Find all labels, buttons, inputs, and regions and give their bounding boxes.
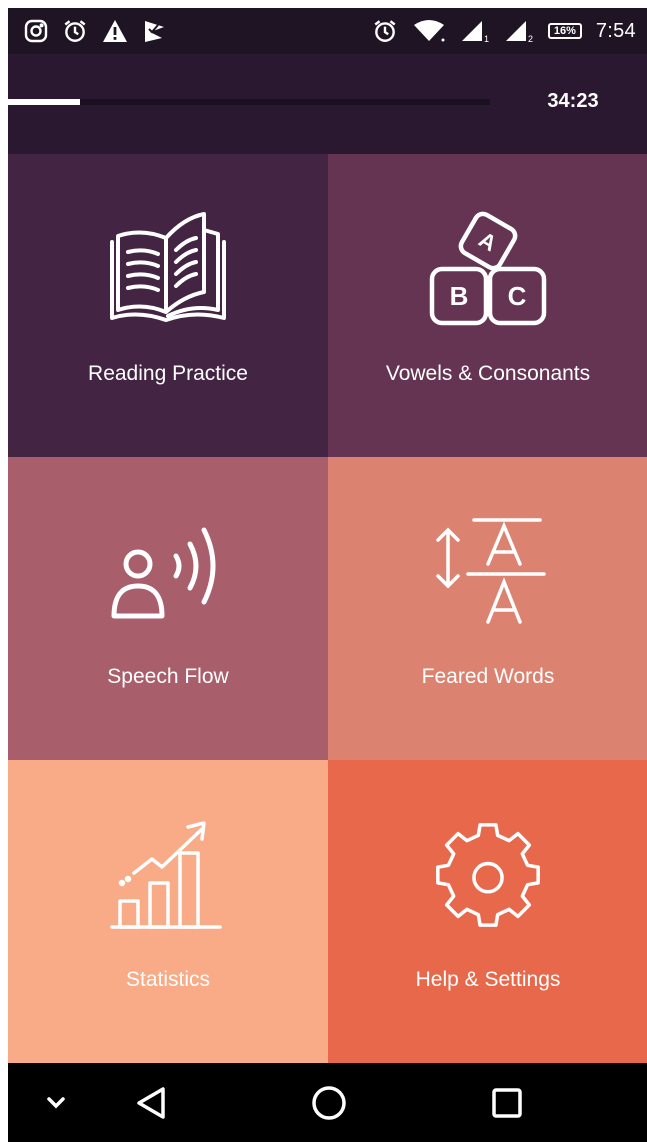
recents-icon[interactable] [485, 1083, 529, 1123]
svg-text:1: 1 [484, 34, 489, 43]
status-bar: 1 2 16% 7:54 [8, 8, 647, 54]
warning-icon [102, 19, 128, 43]
open-book-icon [8, 204, 328, 334]
instagram-icon [24, 19, 48, 43]
wifi-icon [412, 19, 446, 43]
alarm-icon [62, 18, 88, 44]
svg-text:B: B [450, 281, 469, 311]
vowels-consonants-tile[interactable]: A B C Vowels & Consonants [328, 154, 647, 457]
home-icon[interactable] [307, 1083, 351, 1123]
tile-label: Statistics [125, 968, 211, 991]
feared-words-tile[interactable]: Feared Words [328, 457, 647, 760]
tile-label: Speech Flow [107, 665, 229, 688]
statistics-tile[interactable]: Statistics [8, 760, 328, 1063]
tile-label: Reading Practice [88, 362, 248, 385]
back-icon[interactable] [129, 1083, 173, 1123]
session-timer: 34:23 [547, 90, 599, 112]
signal-sim2-icon: 2 [504, 19, 534, 43]
session-progress-bar [8, 99, 490, 105]
signal-sim1-icon: 1 [460, 19, 490, 43]
reading-practice-tile[interactable]: Reading Practice [8, 154, 328, 457]
app-screen: 1 2 16% 7:54 34:23 Reading Practice A B … [8, 8, 647, 1142]
bar-chart-growth-icon [8, 810, 328, 940]
tile-label: Help & Settings [415, 968, 561, 991]
speech-flow-tile[interactable]: Speech Flow [8, 457, 328, 760]
chevron-down-icon[interactable] [34, 1083, 78, 1123]
abc-blocks-icon: A B C [328, 204, 647, 334]
svg-text:A: A [475, 227, 501, 257]
gear-icon [328, 810, 647, 940]
help-settings-tile[interactable]: Help & Settings [328, 760, 647, 1063]
clock: 7:54 [595, 19, 636, 42]
battery-indicator: 16% [547, 23, 582, 39]
session-header: 34:23 [8, 54, 647, 154]
speaking-person-icon [8, 507, 328, 637]
alarm-icon [372, 18, 398, 44]
svg-text:C: C [508, 281, 527, 311]
check-flag-icon [142, 19, 166, 43]
tile-label: Vowels & Consonants [385, 362, 591, 385]
session-progress-fill [8, 99, 81, 105]
menu-grid: Reading Practice A B C Vowels & Consonan… [8, 154, 647, 1063]
text-size-icon [328, 507, 647, 637]
tile-label: Feared Words [421, 665, 555, 688]
navigation-bar [8, 1063, 647, 1142]
svg-text:2: 2 [528, 34, 533, 43]
